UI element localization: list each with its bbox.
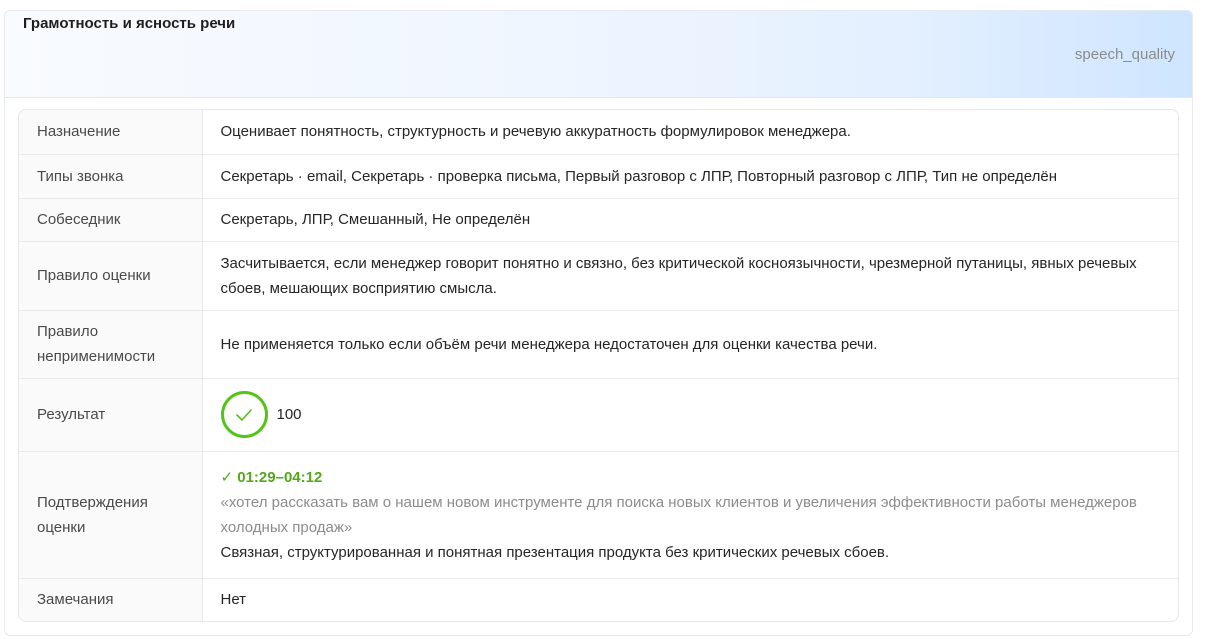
row-label: Замечания — [19, 578, 203, 621]
row-value: Не применяется только если объём речи ме… — [202, 310, 1178, 379]
confirmation-timestamp: ✓ 01:29–04:12 — [220, 468, 323, 486]
result-indicator: 100 — [220, 391, 1161, 438]
criterion-card: Грамотность и ясность речи speech_qualit… — [4, 10, 1193, 636]
row-label: Результат — [19, 378, 203, 452]
details-table: Назначение Оценивает понятность, структу… — [18, 109, 1179, 622]
row-value: Оценивает понятность, структурность и ре… — [202, 110, 1178, 155]
row-value: Нет — [220, 591, 247, 609]
row-remarks: Замечания Нет — [19, 578, 1178, 621]
row-interlocutor: Собеседник Секретарь, ЛПР, Смешанный, Не… — [19, 198, 1178, 242]
row-purpose: Назначение Оценивает понятность, структу… — [19, 110, 1178, 155]
check-icon — [236, 408, 252, 421]
row-label: Типы звонка — [19, 154, 203, 199]
row-confirmations: Подтверждения оценки ✓ 01:29–04:12 «хоте… — [19, 451, 1178, 579]
row-label: Правило оценки — [19, 241, 203, 311]
row-inapplicability: Правило неприменимости Не применяется то… — [19, 310, 1178, 379]
row-value: ✓ 01:29–04:12 «хотел рассказать вам о на… — [202, 451, 1178, 579]
criterion-code: speech_quality — [1074, 46, 1175, 63]
row-value: Секретарь, ЛПР, Смешанный, Не определён — [202, 198, 1178, 242]
card-header: Грамотность и ясность речи speech_qualit… — [5, 11, 1192, 98]
row-label: Подтверждения оценки — [19, 451, 203, 579]
row-label: Собеседник — [19, 198, 203, 242]
result-score: 100 — [276, 406, 302, 423]
confirmation-quote: «хотел рассказать вам о нашем новом инст… — [220, 493, 1137, 536]
row-value: 100 — [202, 378, 1178, 452]
confirmation-comment: Связная, структурированная и понятная пр… — [220, 543, 890, 561]
row-value: Секретарь · email, Секретарь · проверка … — [202, 154, 1178, 199]
row-label: Правило неприменимости — [19, 310, 203, 379]
row-label: Назначение — [19, 110, 203, 155]
card-title: Грамотность и ясность речи — [23, 15, 236, 32]
row-result: Результат 100 — [19, 378, 1178, 452]
row-value: Засчитывается, если менеджер говорит пон… — [202, 241, 1178, 311]
row-rule: Правило оценки Засчитывается, если менед… — [19, 241, 1178, 311]
check-circle-icon — [220, 391, 268, 438]
row-call-types: Типы звонка Секретарь · email, Секретарь… — [19, 154, 1178, 199]
